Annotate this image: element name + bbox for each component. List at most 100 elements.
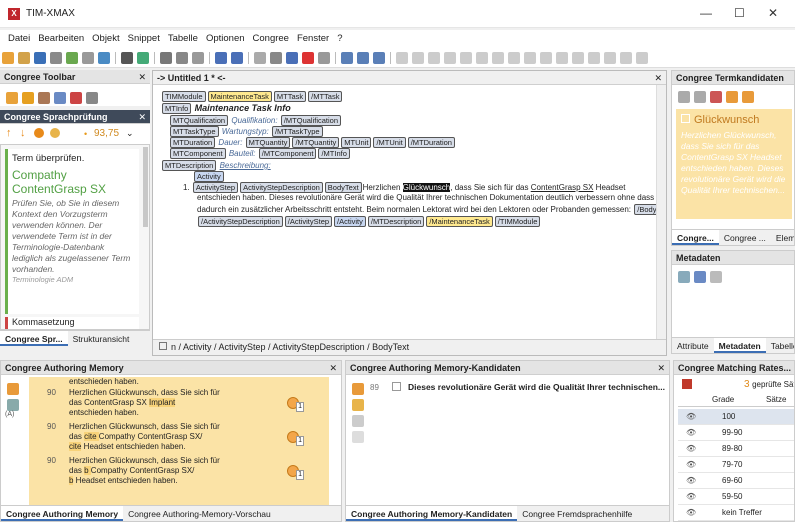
tm-row-1[interactable]: 90 Herzlichen Glückwunsch, dass Sie sich… <box>47 388 299 418</box>
copy-match-icon[interactable]: 1 <box>287 397 304 412</box>
tab-authoring-memory[interactable]: Congree Authoring Memory <box>1 506 124 521</box>
tab-am-kandidaten[interactable]: Congree Authoring Memory-Kandidaten <box>346 506 518 521</box>
add-icon[interactable] <box>678 91 690 103</box>
eye-icon[interactable]: 👁 <box>686 457 696 473</box>
row-above-icon[interactable] <box>556 52 568 64</box>
edit-icon[interactable] <box>694 91 706 103</box>
rate-row[interactable]: 👁 100 <box>678 409 794 425</box>
term-name[interactable]: Compathy ContentGrasp SX <box>12 168 135 196</box>
eye-icon[interactable]: 👁 <box>686 473 696 489</box>
filter-icon[interactable] <box>54 92 66 104</box>
cut-icon[interactable] <box>160 52 172 64</box>
new-icon[interactable] <box>2 52 14 64</box>
scrollbar[interactable] <box>143 147 148 227</box>
table-props-icon[interactable] <box>492 52 504 64</box>
table-insert-icon[interactable] <box>396 52 408 64</box>
menu-help[interactable]: ? <box>337 30 342 48</box>
refresh-icon[interactable] <box>742 91 754 103</box>
tab-tabelle[interactable]: Tabelle <box>766 338 794 351</box>
highlighted-term[interactable]: Glückwunsch <box>402 183 451 192</box>
tag-bodytext[interactable]: BodyText <box>324 182 362 193</box>
zoom-out-icon[interactable] <box>357 52 369 64</box>
chevron-down-icon[interactable]: ⌄ <box>126 128 134 139</box>
sort-za-icon[interactable] <box>694 271 706 283</box>
check-icon[interactable] <box>66 52 78 64</box>
remove-icon[interactable] <box>710 91 722 103</box>
zoom-in-icon[interactable] <box>341 52 353 64</box>
eye-icon[interactable]: 👁 <box>686 489 696 505</box>
tm-sort-icon[interactable] <box>7 399 19 411</box>
eye-icon[interactable]: 👁 <box>686 441 696 457</box>
candidate-checkbox[interactable] <box>681 114 690 123</box>
cell-split-icon[interactable] <box>540 52 552 64</box>
editor-scrollbar[interactable] <box>656 85 666 339</box>
maximize-button[interactable]: ☐ <box>734 6 745 20</box>
find-icon[interactable] <box>254 52 266 64</box>
tab-nav[interactable]: <- <box>217 73 225 83</box>
table-delete-icon[interactable] <box>476 52 488 64</box>
table-split-icon[interactable] <box>460 52 472 64</box>
menu-fenster[interactable]: Fenster <box>297 30 329 48</box>
tag-activity[interactable]: Activity <box>194 171 224 182</box>
col-left-icon[interactable] <box>588 52 600 64</box>
eye-icon[interactable]: 👁 <box>686 505 696 521</box>
undo-icon[interactable] <box>215 52 227 64</box>
tm-status-icon[interactable] <box>7 383 19 395</box>
row-below-icon[interactable] <box>572 52 584 64</box>
tab-fremdsprachenhilfe[interactable]: Congree Fremdsprachenhilfe <box>517 506 637 519</box>
copy-match-icon[interactable]: 1 <box>287 431 304 446</box>
tab-metadaten[interactable]: Metadaten <box>713 338 766 353</box>
audio-icon[interactable] <box>6 92 18 104</box>
link-icon[interactable] <box>270 52 282 64</box>
db-icon[interactable] <box>98 52 110 64</box>
tag-mtduration[interactable]: MTDuration <box>170 137 216 148</box>
export-icon[interactable] <box>726 91 738 103</box>
rate-row[interactable]: 👁 99-90 <box>678 425 794 441</box>
status-icon[interactable] <box>34 128 44 138</box>
menu-snippet[interactable]: Snippet <box>128 30 160 48</box>
image-icon[interactable] <box>286 52 298 64</box>
tab-document[interactable]: -> Untitled 1 * <box>157 73 215 83</box>
tag-mtunit[interactable]: MTUnit <box>341 137 372 148</box>
table-row-icon[interactable] <box>412 52 424 64</box>
grid-view-icon[interactable] <box>710 271 722 283</box>
copy-icon[interactable] <box>176 52 188 64</box>
menu-bearbeiten[interactable]: Bearbeiten <box>38 30 84 48</box>
tag-mtdescription[interactable]: MTDescription <box>162 160 217 171</box>
sort-icon[interactable] <box>38 92 50 104</box>
panel-close-icon[interactable]: ✕ <box>138 110 146 123</box>
col-right-icon[interactable] <box>604 52 616 64</box>
candidate-text[interactable]: Dieses revolutionäre Gerät wird die Qual… <box>408 382 665 392</box>
tag-mttask-end[interactable]: /MTTask <box>308 91 343 102</box>
tag-mtunit-end[interactable]: /MTUnit <box>373 137 406 148</box>
tag-mttask[interactable]: MTTask <box>273 91 307 102</box>
close-button[interactable]: ✕ <box>768 6 778 20</box>
element-path[interactable]: n / Activity / ActivityStep / ActivitySt… <box>171 342 409 352</box>
menu-objekt[interactable]: Objekt <box>92 30 119 48</box>
table-merge-icon[interactable] <box>444 52 456 64</box>
up-arrow-icon[interactable]: ↑ <box>6 127 12 139</box>
candidate-checkbox[interactable] <box>392 382 401 391</box>
grid-icon[interactable] <box>620 52 632 64</box>
tag-mtqualification-end[interactable]: /MTQualification <box>280 115 342 126</box>
minimize-button[interactable]: — <box>700 6 712 20</box>
spellcheck-icon[interactable] <box>137 52 149 64</box>
tm-ab-icon[interactable]: (A) <box>5 411 19 418</box>
tag-mtquantity[interactable]: MTQuantity <box>245 137 291 148</box>
eye-icon[interactable]: 👁 <box>686 425 696 441</box>
open-icon[interactable] <box>18 52 30 64</box>
copy-match-icon[interactable]: 1 <box>287 465 304 480</box>
view-icon[interactable] <box>121 52 133 64</box>
down-arrow-icon[interactable]: ↓ <box>20 127 26 139</box>
tag-mttasktype-end[interactable]: /MTTaskType <box>271 126 323 137</box>
tag-mtdescription-end[interactable]: /MTDescription <box>367 216 425 227</box>
save-icon[interactable] <box>34 52 46 64</box>
print-icon[interactable] <box>50 52 62 64</box>
tab-strukturansicht[interactable]: Strukturansicht <box>68 331 135 344</box>
xml-editor-area[interactable]: TIMModule MaintenanceTask MTTask/MTTask MT… <box>153 85 666 339</box>
menu-optionen[interactable]: Optionen <box>206 30 245 48</box>
amk-copy-icon[interactable] <box>352 431 364 443</box>
rate-row[interactable]: 👁 69-60 <box>678 473 794 489</box>
preview-icon[interactable] <box>82 52 94 64</box>
settings-icon[interactable] <box>50 128 60 138</box>
